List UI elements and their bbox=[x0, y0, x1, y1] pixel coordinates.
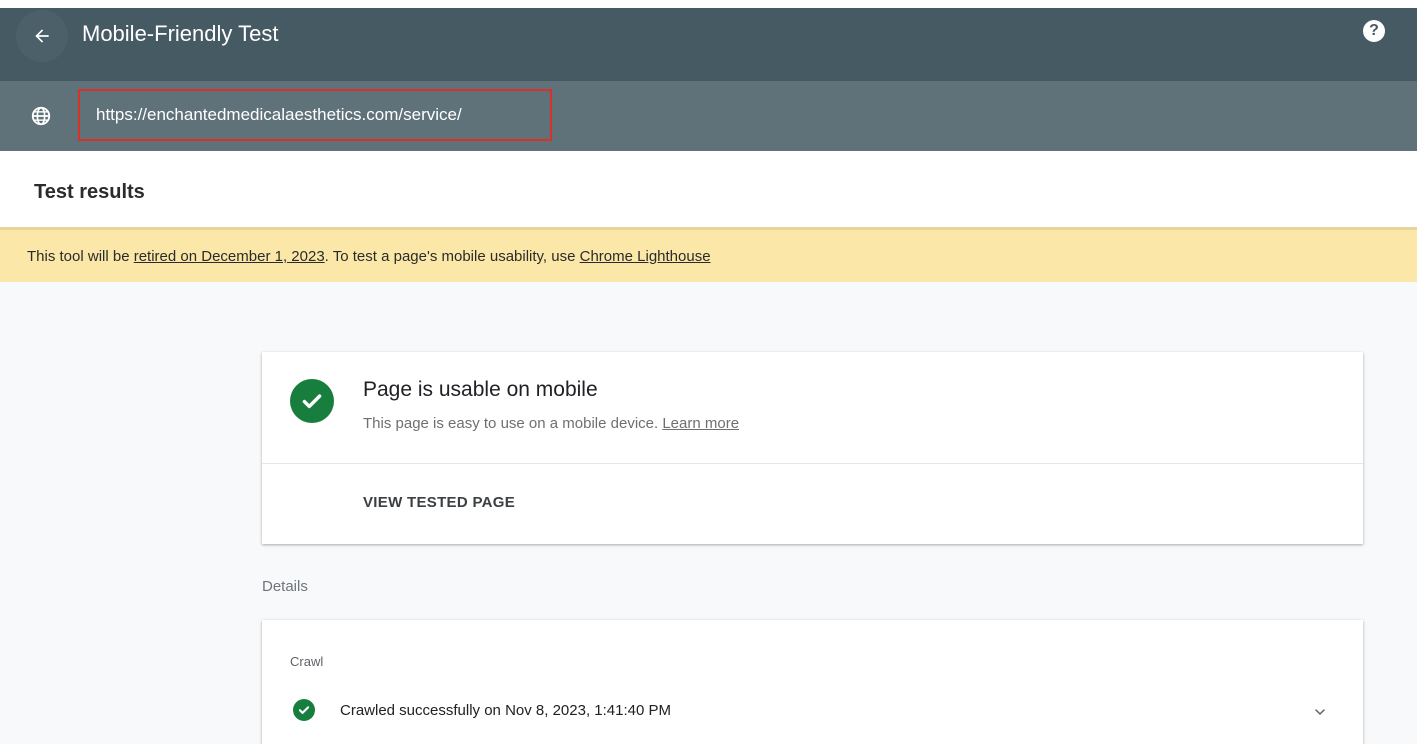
url-text: https://enchantedmedicalaesthetics.com/s… bbox=[96, 105, 462, 124]
learn-more-link[interactable]: Learn more bbox=[662, 415, 739, 432]
banner-middle: . To test a page's mobile usability, use bbox=[324, 247, 576, 265]
summary-title: Page is usable on mobile bbox=[363, 378, 598, 401]
globe-icon bbox=[31, 106, 51, 126]
check-circle-icon bbox=[293, 699, 315, 721]
results-title: Test results bbox=[34, 181, 145, 203]
summary-card: Page is usable on mobile This page is ea… bbox=[262, 352, 1363, 544]
url-bar: https://enchantedmedicalaesthetics.com/s… bbox=[0, 81, 1417, 151]
summary-subtitle: This page is easy to use on a mobile dev… bbox=[363, 415, 739, 432]
card-divider bbox=[262, 463, 1363, 464]
url-field[interactable]: https://enchantedmedicalaesthetics.com/s… bbox=[78, 89, 552, 141]
retired-link[interactable]: retired on December 1, 2023 bbox=[134, 248, 325, 265]
banner-prefix: This tool will be bbox=[27, 247, 130, 265]
app-header: Mobile-Friendly Test ? bbox=[0, 0, 1417, 81]
back-button[interactable] bbox=[16, 10, 68, 62]
help-icon[interactable]: ? bbox=[1363, 20, 1385, 42]
view-tested-page-button[interactable]: VIEW TESTED PAGE bbox=[363, 494, 515, 511]
page-title: Mobile-Friendly Test bbox=[82, 21, 279, 46]
results-header: Test results bbox=[0, 151, 1417, 227]
crawl-label: Crawl bbox=[290, 654, 324, 669]
summary-subtitle-text: This page is easy to use on a mobile dev… bbox=[363, 415, 663, 432]
details-card: Crawl Crawled successfully on Nov 8, 202… bbox=[262, 620, 1363, 744]
crawl-status-text: Crawled successfully on Nov 8, 2023, 1:4… bbox=[340, 702, 672, 719]
details-label: Details bbox=[262, 578, 308, 595]
arrow-back-icon bbox=[35, 29, 49, 43]
retirement-banner: This tool will be retired on December 1,… bbox=[0, 227, 1417, 282]
chevron-down-icon[interactable] bbox=[1312, 704, 1328, 720]
help-glyph: ? bbox=[1369, 22, 1379, 39]
check-circle-icon bbox=[290, 379, 334, 423]
lighthouse-link[interactable]: Chrome Lighthouse bbox=[580, 248, 711, 265]
